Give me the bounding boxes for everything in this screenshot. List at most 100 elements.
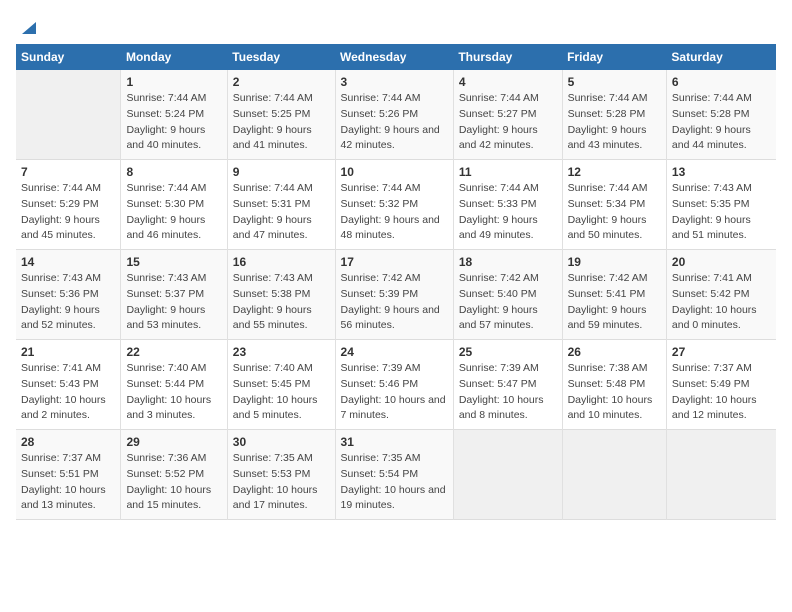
day-number: 9 bbox=[233, 165, 330, 179]
week-row-1: 1 Sunrise: 7:44 AMSunset: 5:24 PMDayligh… bbox=[16, 70, 776, 160]
day-number: 20 bbox=[672, 255, 771, 269]
day-detail: Sunrise: 7:44 AMSunset: 5:24 PMDaylight:… bbox=[126, 91, 221, 154]
day-number: 7 bbox=[21, 165, 115, 179]
calendar-cell: 15 Sunrise: 7:43 AMSunset: 5:37 PMDaylig… bbox=[121, 250, 227, 340]
day-number: 30 bbox=[233, 435, 330, 449]
day-detail: Sunrise: 7:44 AMSunset: 5:26 PMDaylight:… bbox=[341, 91, 448, 154]
calendar-cell: 28 Sunrise: 7:37 AMSunset: 5:51 PMDaylig… bbox=[16, 430, 121, 520]
day-number: 22 bbox=[126, 345, 221, 359]
day-number: 8 bbox=[126, 165, 221, 179]
calendar-cell: 27 Sunrise: 7:37 AMSunset: 5:49 PMDaylig… bbox=[666, 340, 776, 430]
day-detail: Sunrise: 7:43 AMSunset: 5:35 PMDaylight:… bbox=[672, 181, 771, 244]
day-number: 16 bbox=[233, 255, 330, 269]
calendar-cell: 3 Sunrise: 7:44 AMSunset: 5:26 PMDayligh… bbox=[335, 70, 453, 160]
day-detail: Sunrise: 7:44 AMSunset: 5:25 PMDaylight:… bbox=[233, 91, 330, 154]
day-number: 12 bbox=[568, 165, 661, 179]
calendar-cell: 1 Sunrise: 7:44 AMSunset: 5:24 PMDayligh… bbox=[121, 70, 227, 160]
day-number: 17 bbox=[341, 255, 448, 269]
week-row-2: 7 Sunrise: 7:44 AMSunset: 5:29 PMDayligh… bbox=[16, 160, 776, 250]
day-detail: Sunrise: 7:43 AMSunset: 5:38 PMDaylight:… bbox=[233, 271, 330, 334]
day-detail: Sunrise: 7:38 AMSunset: 5:48 PMDaylight:… bbox=[568, 361, 661, 424]
header-row: SundayMondayTuesdayWednesdayThursdayFrid… bbox=[16, 44, 776, 70]
day-number: 27 bbox=[672, 345, 771, 359]
calendar-cell: 20 Sunrise: 7:41 AMSunset: 5:42 PMDaylig… bbox=[666, 250, 776, 340]
day-number: 31 bbox=[341, 435, 448, 449]
day-number: 28 bbox=[21, 435, 115, 449]
logo bbox=[16, 20, 36, 36]
week-row-4: 21 Sunrise: 7:41 AMSunset: 5:43 PMDaylig… bbox=[16, 340, 776, 430]
header-friday: Friday bbox=[562, 44, 666, 70]
calendar-cell: 22 Sunrise: 7:40 AMSunset: 5:44 PMDaylig… bbox=[121, 340, 227, 430]
day-number: 10 bbox=[341, 165, 448, 179]
calendar-cell: 30 Sunrise: 7:35 AMSunset: 5:53 PMDaylig… bbox=[227, 430, 335, 520]
day-detail: Sunrise: 7:44 AMSunset: 5:28 PMDaylight:… bbox=[568, 91, 661, 154]
day-number: 18 bbox=[459, 255, 557, 269]
calendar-cell bbox=[16, 70, 121, 160]
calendar-cell: 9 Sunrise: 7:44 AMSunset: 5:31 PMDayligh… bbox=[227, 160, 335, 250]
week-row-3: 14 Sunrise: 7:43 AMSunset: 5:36 PMDaylig… bbox=[16, 250, 776, 340]
day-number: 29 bbox=[126, 435, 221, 449]
calendar-table: SundayMondayTuesdayWednesdayThursdayFrid… bbox=[16, 44, 776, 520]
day-detail: Sunrise: 7:44 AMSunset: 5:33 PMDaylight:… bbox=[459, 181, 557, 244]
calendar-cell bbox=[562, 430, 666, 520]
day-number: 1 bbox=[126, 75, 221, 89]
calendar-cell: 11 Sunrise: 7:44 AMSunset: 5:33 PMDaylig… bbox=[453, 160, 562, 250]
calendar-cell: 21 Sunrise: 7:41 AMSunset: 5:43 PMDaylig… bbox=[16, 340, 121, 430]
day-number: 5 bbox=[568, 75, 661, 89]
day-detail: Sunrise: 7:44 AMSunset: 5:32 PMDaylight:… bbox=[341, 181, 448, 244]
day-detail: Sunrise: 7:37 AMSunset: 5:51 PMDaylight:… bbox=[21, 451, 115, 514]
day-number: 24 bbox=[341, 345, 448, 359]
day-number: 23 bbox=[233, 345, 330, 359]
day-detail: Sunrise: 7:43 AMSunset: 5:37 PMDaylight:… bbox=[126, 271, 221, 334]
day-detail: Sunrise: 7:41 AMSunset: 5:43 PMDaylight:… bbox=[21, 361, 115, 424]
calendar-cell: 23 Sunrise: 7:40 AMSunset: 5:45 PMDaylig… bbox=[227, 340, 335, 430]
logo-triangle-icon bbox=[18, 18, 36, 36]
calendar-cell: 4 Sunrise: 7:44 AMSunset: 5:27 PMDayligh… bbox=[453, 70, 562, 160]
day-detail: Sunrise: 7:41 AMSunset: 5:42 PMDaylight:… bbox=[672, 271, 771, 334]
day-detail: Sunrise: 7:40 AMSunset: 5:44 PMDaylight:… bbox=[126, 361, 221, 424]
day-number: 6 bbox=[672, 75, 771, 89]
header-saturday: Saturday bbox=[666, 44, 776, 70]
day-detail: Sunrise: 7:39 AMSunset: 5:47 PMDaylight:… bbox=[459, 361, 557, 424]
calendar-cell: 14 Sunrise: 7:43 AMSunset: 5:36 PMDaylig… bbox=[16, 250, 121, 340]
day-number: 25 bbox=[459, 345, 557, 359]
day-number: 4 bbox=[459, 75, 557, 89]
calendar-cell: 12 Sunrise: 7:44 AMSunset: 5:34 PMDaylig… bbox=[562, 160, 666, 250]
calendar-cell: 26 Sunrise: 7:38 AMSunset: 5:48 PMDaylig… bbox=[562, 340, 666, 430]
day-detail: Sunrise: 7:44 AMSunset: 5:27 PMDaylight:… bbox=[459, 91, 557, 154]
day-number: 21 bbox=[21, 345, 115, 359]
day-detail: Sunrise: 7:39 AMSunset: 5:46 PMDaylight:… bbox=[341, 361, 448, 424]
header-sunday: Sunday bbox=[16, 44, 121, 70]
header-thursday: Thursday bbox=[453, 44, 562, 70]
day-detail: Sunrise: 7:44 AMSunset: 5:28 PMDaylight:… bbox=[672, 91, 771, 154]
day-detail: Sunrise: 7:44 AMSunset: 5:29 PMDaylight:… bbox=[21, 181, 115, 244]
day-detail: Sunrise: 7:44 AMSunset: 5:30 PMDaylight:… bbox=[126, 181, 221, 244]
day-detail: Sunrise: 7:44 AMSunset: 5:31 PMDaylight:… bbox=[233, 181, 330, 244]
page-header bbox=[16, 16, 776, 36]
day-number: 2 bbox=[233, 75, 330, 89]
calendar-cell: 31 Sunrise: 7:35 AMSunset: 5:54 PMDaylig… bbox=[335, 430, 453, 520]
day-detail: Sunrise: 7:42 AMSunset: 5:41 PMDaylight:… bbox=[568, 271, 661, 334]
calendar-cell: 16 Sunrise: 7:43 AMSunset: 5:38 PMDaylig… bbox=[227, 250, 335, 340]
header-wednesday: Wednesday bbox=[335, 44, 453, 70]
calendar-cell: 7 Sunrise: 7:44 AMSunset: 5:29 PMDayligh… bbox=[16, 160, 121, 250]
calendar-cell: 29 Sunrise: 7:36 AMSunset: 5:52 PMDaylig… bbox=[121, 430, 227, 520]
day-detail: Sunrise: 7:42 AMSunset: 5:39 PMDaylight:… bbox=[341, 271, 448, 334]
day-number: 14 bbox=[21, 255, 115, 269]
calendar-cell: 2 Sunrise: 7:44 AMSunset: 5:25 PMDayligh… bbox=[227, 70, 335, 160]
header-tuesday: Tuesday bbox=[227, 44, 335, 70]
day-number: 11 bbox=[459, 165, 557, 179]
day-detail: Sunrise: 7:43 AMSunset: 5:36 PMDaylight:… bbox=[21, 271, 115, 334]
day-number: 15 bbox=[126, 255, 221, 269]
calendar-cell bbox=[666, 430, 776, 520]
calendar-cell: 24 Sunrise: 7:39 AMSunset: 5:46 PMDaylig… bbox=[335, 340, 453, 430]
calendar-cell: 17 Sunrise: 7:42 AMSunset: 5:39 PMDaylig… bbox=[335, 250, 453, 340]
calendar-cell: 25 Sunrise: 7:39 AMSunset: 5:47 PMDaylig… bbox=[453, 340, 562, 430]
calendar-cell: 5 Sunrise: 7:44 AMSunset: 5:28 PMDayligh… bbox=[562, 70, 666, 160]
calendar-cell: 6 Sunrise: 7:44 AMSunset: 5:28 PMDayligh… bbox=[666, 70, 776, 160]
day-detail: Sunrise: 7:44 AMSunset: 5:34 PMDaylight:… bbox=[568, 181, 661, 244]
day-detail: Sunrise: 7:35 AMSunset: 5:54 PMDaylight:… bbox=[341, 451, 448, 514]
day-detail: Sunrise: 7:42 AMSunset: 5:40 PMDaylight:… bbox=[459, 271, 557, 334]
day-detail: Sunrise: 7:40 AMSunset: 5:45 PMDaylight:… bbox=[233, 361, 330, 424]
day-detail: Sunrise: 7:36 AMSunset: 5:52 PMDaylight:… bbox=[126, 451, 221, 514]
